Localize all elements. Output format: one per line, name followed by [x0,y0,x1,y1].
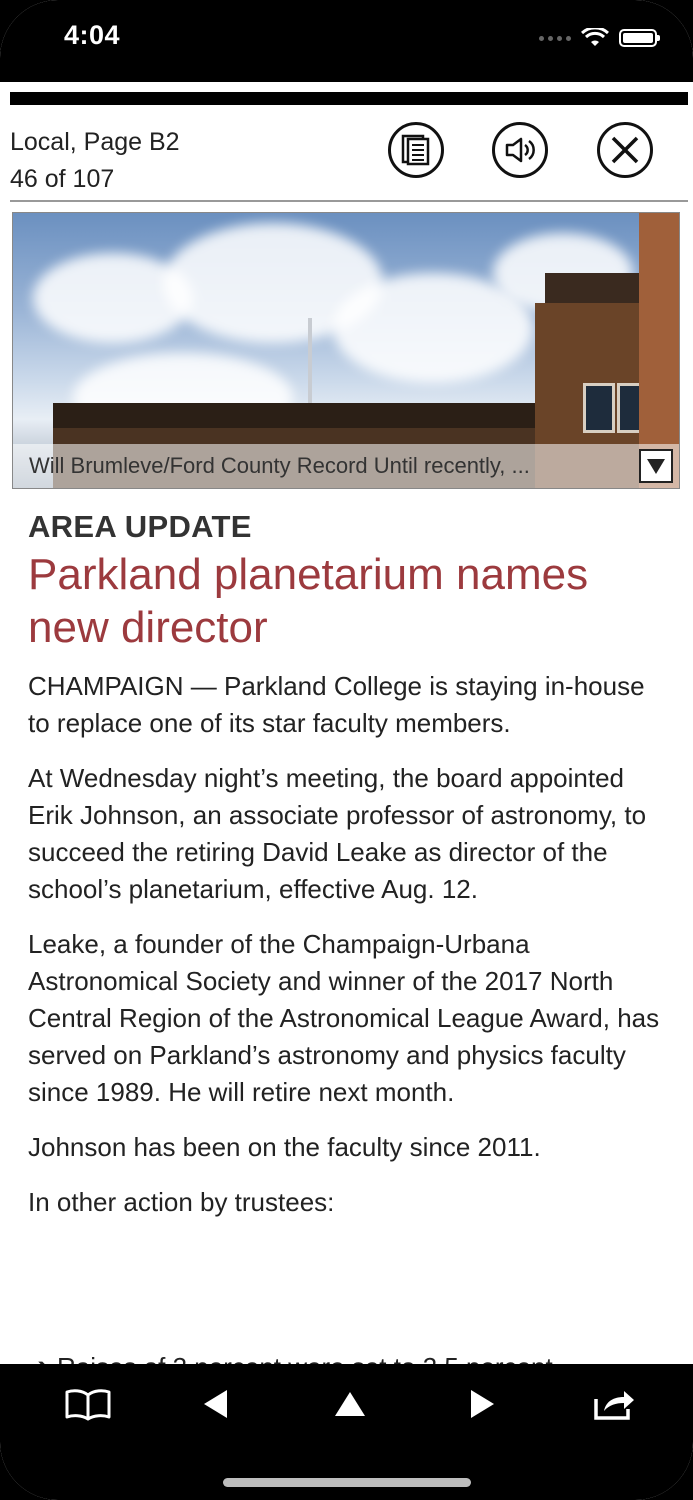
header-divider [10,200,688,202]
article-paragraph: At Wednesday night’s meeting, the board … [28,763,647,904]
window [583,383,615,433]
home-indicator[interactable] [223,1478,471,1487]
wifi-icon [581,28,609,46]
caption-expand-button[interactable] [639,449,673,483]
close-button[interactable] [597,122,653,178]
next-arrow-icon [471,1390,494,1418]
article-paragraph: CHAMPAIGN — Parkland College is staying … [28,671,645,738]
close-icon [611,136,639,164]
cellular-signal-icon [539,35,571,41]
header-rule-thick [10,92,688,105]
up-button[interactable] [325,1382,375,1426]
article-body: AREA UPDATE Parkland planetarium names n… [28,508,660,1239]
up-arrow-icon [335,1392,365,1416]
article-paragraph: Leake, a founder of the Champaign-Urbana… [28,929,660,1107]
previous-article-button[interactable] [190,1382,240,1426]
contents-button[interactable] [63,1382,113,1426]
article-kicker: AREA UPDATE [28,509,252,544]
speaker-icon [505,137,535,163]
share-button[interactable] [589,1382,639,1426]
article-paragraph: In other action by trustees: [28,1187,335,1217]
photo-caption: Will Brumleve/Ford County Record Until r… [29,453,530,478]
next-article-button[interactable] [458,1382,508,1426]
triangle-down-icon [647,459,665,474]
pages-icon [401,134,430,166]
article-photo[interactable]: Will Brumleve/Ford County Record Until r… [12,212,680,489]
book-icon [65,1389,111,1421]
status-bar: 4:04 [0,0,693,82]
share-icon [594,1391,634,1420]
status-icons [539,26,660,50]
app-screen: 4:04 Local, Page B2 46 of 107 Will Bruml… [0,0,693,1500]
section-label: Local, Page B2 [10,128,180,156]
status-time: 4:04 [64,20,121,50]
article-position: 46 of 107 [10,165,115,193]
battery-icon [619,29,660,47]
listen-button[interactable] [492,122,548,178]
page-info: Local, Page B2 46 of 107 [10,124,180,198]
article-paragraph: Johnson has been on the faculty since 20… [28,1132,541,1162]
previous-arrow-icon [204,1390,227,1418]
article-headline: Parkland planetarium names new director [28,550,589,652]
page-view-button[interactable] [388,122,444,178]
